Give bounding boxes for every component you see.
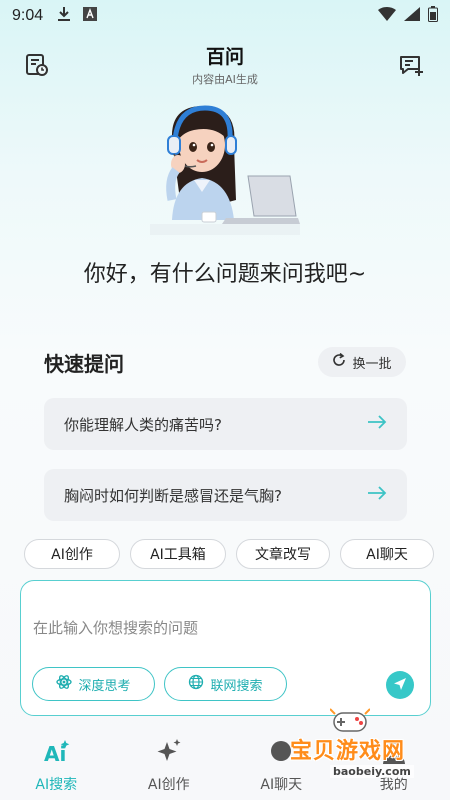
page-title: 百问 xyxy=(205,46,244,68)
gamepad-icon xyxy=(330,708,370,732)
watermark-text: 宝贝游戏网 xyxy=(290,739,406,764)
send-icon xyxy=(393,676,407,695)
shortcut-chips: AI创作 AI工具箱 文章改写 AI聊天 xyxy=(24,539,434,569)
status-time: 9:04 xyxy=(12,7,44,24)
search-composer: 深度思考 联网搜索 xyxy=(20,580,431,716)
sparkle-icon xyxy=(154,736,184,768)
chip-ai-create[interactable]: AI创作 xyxy=(24,539,120,569)
deep-think-toggle[interactable]: 深度思考 xyxy=(32,667,155,701)
chip-ai-chat[interactable]: AI聊天 xyxy=(339,539,434,569)
watermark-url: baobeiy.com xyxy=(330,765,414,778)
globe-icon xyxy=(188,674,204,694)
svg-text:Ai: Ai xyxy=(44,742,66,766)
download-icon xyxy=(57,6,71,26)
battery-icon xyxy=(428,6,438,26)
quick-questions-title: 快速提问 xyxy=(44,352,124,376)
web-search-toggle[interactable]: 联网搜索 xyxy=(164,667,287,701)
nav-label: AI创作 xyxy=(147,777,190,793)
web-search-label: 联网搜索 xyxy=(210,678,263,694)
nav-ai-create[interactable]: AI创作 xyxy=(113,728,226,800)
atom-icon xyxy=(56,674,73,694)
quick-question-text: 你能理解人类的痛苦吗? xyxy=(64,415,222,434)
deep-think-label: 深度思考 xyxy=(78,678,131,694)
quick-question-card[interactable]: 胸闷时如何判断是感冒还是气胸? xyxy=(44,469,407,521)
quick-question-text: 胸闷时如何判断是感冒还是气胸? xyxy=(64,486,282,505)
arrow-right-icon xyxy=(367,415,387,433)
nav-label: AI搜索 xyxy=(35,777,78,793)
site-watermark: 宝贝游戏网 baobeiy.com xyxy=(290,705,450,785)
refresh-label: 换一批 xyxy=(352,356,392,372)
new-chat-button[interactable] xyxy=(398,52,426,80)
page-subtitle: 内容由AI生成 xyxy=(192,73,258,86)
ai-search-icon: Ai xyxy=(41,736,71,768)
new-chat-icon xyxy=(398,56,424,82)
refresh-questions-button[interactable]: 换一批 xyxy=(318,347,406,377)
status-bar: 9:04 xyxy=(0,0,450,32)
app-a-icon xyxy=(83,7,98,25)
arrow-right-icon xyxy=(367,486,387,504)
assistant-illustration xyxy=(150,100,300,235)
refresh-icon xyxy=(332,352,346,371)
app-header: 百问 内容由AI生成 xyxy=(0,38,450,94)
greeting-text: 你好，有什么问题来问我吧~ xyxy=(83,262,367,287)
chip-ai-toolbox[interactable]: AI工具箱 xyxy=(129,539,226,569)
signal-icon xyxy=(404,7,420,25)
quick-question-card[interactable]: 你能理解人类的痛苦吗? xyxy=(44,398,407,450)
nav-ai-search[interactable]: Ai AI搜索 xyxy=(0,728,113,800)
search-input[interactable] xyxy=(33,615,413,641)
chip-article-rewrite[interactable]: 文章改写 xyxy=(235,539,330,569)
send-button[interactable] xyxy=(386,671,414,699)
wifi-icon xyxy=(378,7,396,25)
